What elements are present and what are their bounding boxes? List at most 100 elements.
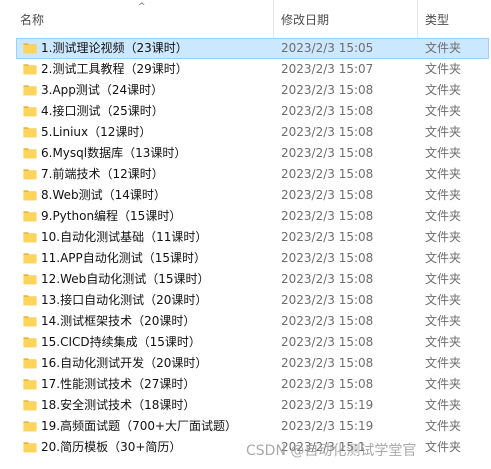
folder-icon — [23, 400, 37, 411]
folder-icon — [23, 127, 37, 138]
modified-date: 2023/2/3 15:08 — [281, 83, 374, 97]
item-type: 文件夹 — [425, 83, 462, 97]
folder-name: 7.前端技术（12课时） — [41, 167, 164, 181]
folder-icon — [23, 232, 37, 243]
modified-date: 2023/2/3 15:08 — [281, 314, 374, 328]
folder-icon — [23, 190, 37, 201]
item-type: 文件夹 — [425, 167, 462, 181]
folder-name: 1.测试理论视频（23课时） — [41, 41, 188, 55]
folder-name: 14.测试框架技术（20课时） — [41, 314, 196, 328]
modified-date: 2023/2/3 15:08 — [281, 230, 374, 244]
folder-row[interactable]: 7.前端技术（12课时） 2023/2/3 15:08 文件夹 — [0, 164, 491, 185]
folder-row[interactable]: 8.Web测试（14课时） 2023/2/3 15:08 文件夹 — [0, 185, 491, 206]
folder-row[interactable]: 9.Python编程（15课时） 2023/2/3 15:08 文件夹 — [0, 206, 491, 227]
folder-row[interactable]: 2.测试工具教程（29课时） 2023/2/3 15:07 文件夹 — [0, 59, 491, 80]
folder-icon — [23, 106, 37, 117]
folder-name: 20.简历模板（30+简历） — [41, 440, 182, 454]
folder-icon — [23, 442, 37, 453]
item-type: 文件夹 — [425, 41, 462, 55]
modified-date: 2023/2/3 15:08 — [281, 209, 374, 223]
item-type: 文件夹 — [425, 230, 462, 244]
folder-name: 17.性能测试技术（27课时） — [41, 377, 196, 391]
item-type: 文件夹 — [425, 293, 462, 307]
modified-date: 2023/2/3 15:08 — [281, 125, 374, 139]
folder-row[interactable]: 3.App测试（24课时） 2023/2/3 15:08 文件夹 — [0, 80, 491, 101]
modified-date: 2023/2/3 15:08 — [281, 146, 374, 160]
folder-icon — [23, 358, 37, 369]
folder-icon — [23, 379, 37, 390]
modified-date: 2023/2/3 15:05 — [281, 41, 374, 55]
item-type: 文件夹 — [425, 125, 462, 139]
folder-icon — [23, 421, 37, 432]
file-explorer: ^ 名称 修改日期 类型 1.测试理论视频（23课时） 2023/2/3 15:0… — [0, 0, 491, 469]
modified-date: 2023/2/3 15:08 — [281, 188, 374, 202]
folder-name: 4.接口测试（25课时） — [41, 104, 164, 118]
folder-row[interactable]: 5.Liniux（12课时） 2023/2/3 15:08 文件夹 — [0, 122, 491, 143]
modified-date: 2023/2/3 15:19 — [281, 419, 374, 433]
item-type: 文件夹 — [425, 251, 462, 265]
folder-name: 19.高频面试题（700+大厂面试题） — [41, 419, 238, 433]
modified-date: 2023/2/3 15:08 — [281, 293, 374, 307]
modified-date: 2023/2/3 15:08 — [281, 272, 374, 286]
item-type: 文件夹 — [425, 335, 462, 349]
folder-row[interactable]: 19.高频面试题（700+大厂面试题） 2023/2/3 15:19 文件夹 — [0, 416, 491, 437]
folder-icon — [23, 211, 37, 222]
folder-row[interactable]: 17.性能测试技术（27课时） 2023/2/3 15:08 文件夹 — [0, 374, 491, 395]
item-type: 文件夹 — [425, 272, 462, 286]
folder-icon — [23, 64, 37, 75]
modified-date: 2023/2/3 15:08 — [281, 377, 374, 391]
modified-date: 2023/2/3 15:08 — [281, 104, 374, 118]
column-header: ^ 名称 修改日期 类型 — [0, 0, 491, 38]
item-type: 文件夹 — [425, 188, 462, 202]
folder-name: 3.App测试（24课时） — [41, 83, 164, 97]
item-type: 文件夹 — [425, 398, 462, 412]
item-type: 文件夹 — [425, 104, 462, 118]
column-header-date[interactable]: 修改日期 — [273, 0, 416, 38]
folder-row[interactable]: 11.APP自动化测试（15课时） 2023/2/3 15:08 文件夹 — [0, 248, 491, 269]
folder-name: 18.安全测试技术（18课时） — [41, 398, 196, 412]
folder-name: 13.接口自动化测试（20课时） — [41, 293, 208, 307]
folder-row[interactable]: 14.测试框架技术（20课时） 2023/2/3 15:08 文件夹 — [0, 311, 491, 332]
folder-name: 5.Liniux（12课时） — [41, 125, 152, 139]
folder-name: 2.测试工具教程（29课时） — [41, 62, 188, 76]
watermark: CSDN @自动化测试学堂官 — [246, 443, 417, 459]
column-header-name[interactable]: 名称 — [0, 0, 272, 38]
folder-name: 11.APP自动化测试（15课时） — [41, 251, 207, 265]
column-header-type[interactable]: 类型 — [417, 0, 491, 38]
folder-row[interactable]: 13.接口自动化测试（20课时） 2023/2/3 15:08 文件夹 — [0, 290, 491, 311]
item-type: 文件夹 — [425, 209, 462, 223]
item-type: 文件夹 — [425, 356, 462, 370]
folder-icon — [23, 295, 37, 306]
folder-name: 10.自动化测试基础（11课时） — [41, 230, 208, 244]
folder-icon — [23, 148, 37, 159]
folder-icon — [23, 43, 37, 54]
folder-name: 8.Web测试（14课时） — [41, 188, 166, 202]
folder-icon — [23, 337, 37, 348]
folder-icon — [23, 253, 37, 264]
folder-row[interactable]: 4.接口测试（25课时） 2023/2/3 15:08 文件夹 — [0, 101, 491, 122]
folder-name: 12.Web自动化测试（15课时） — [41, 272, 210, 286]
folder-icon — [23, 85, 37, 96]
folder-row[interactable]: 6.Mysql数据库（13课时） 2023/2/3 15:08 文件夹 — [0, 143, 491, 164]
modified-date: 2023/2/3 15:19 — [281, 398, 374, 412]
folder-name: 9.Python编程（15课时） — [41, 209, 182, 223]
folder-row[interactable]: 16.自动化测试开发（20课时） 2023/2/3 15:08 文件夹 — [0, 353, 491, 374]
folder-row[interactable]: 1.测试理论视频（23课时） 2023/2/3 15:05 文件夹 — [16, 38, 489, 59]
item-type: 文件夹 — [425, 146, 462, 160]
folder-name: 6.Mysql数据库（13课时） — [41, 146, 187, 160]
folder-row[interactable]: 18.安全测试技术（18课时） 2023/2/3 15:19 文件夹 — [0, 395, 491, 416]
item-type: 文件夹 — [425, 62, 462, 76]
modified-date: 2023/2/3 15:08 — [281, 335, 374, 349]
item-type: 文件夹 — [425, 419, 462, 433]
modified-date: 2023/2/3 15:07 — [281, 62, 374, 76]
folder-icon — [23, 274, 37, 285]
folder-row[interactable]: 15.CICD持续集成（15课时） 2023/2/3 15:08 文件夹 — [0, 332, 491, 353]
item-type: 文件夹 — [425, 440, 462, 454]
modified-date: 2023/2/3 15:08 — [281, 356, 374, 370]
folder-row[interactable]: 12.Web自动化测试（15课时） 2023/2/3 15:08 文件夹 — [0, 269, 491, 290]
folder-icon — [23, 169, 37, 180]
item-type: 文件夹 — [425, 314, 462, 328]
folder-icon — [23, 316, 37, 327]
modified-date: 2023/2/3 15:08 — [281, 251, 374, 265]
folder-row[interactable]: 10.自动化测试基础（11课时） 2023/2/3 15:08 文件夹 — [0, 227, 491, 248]
